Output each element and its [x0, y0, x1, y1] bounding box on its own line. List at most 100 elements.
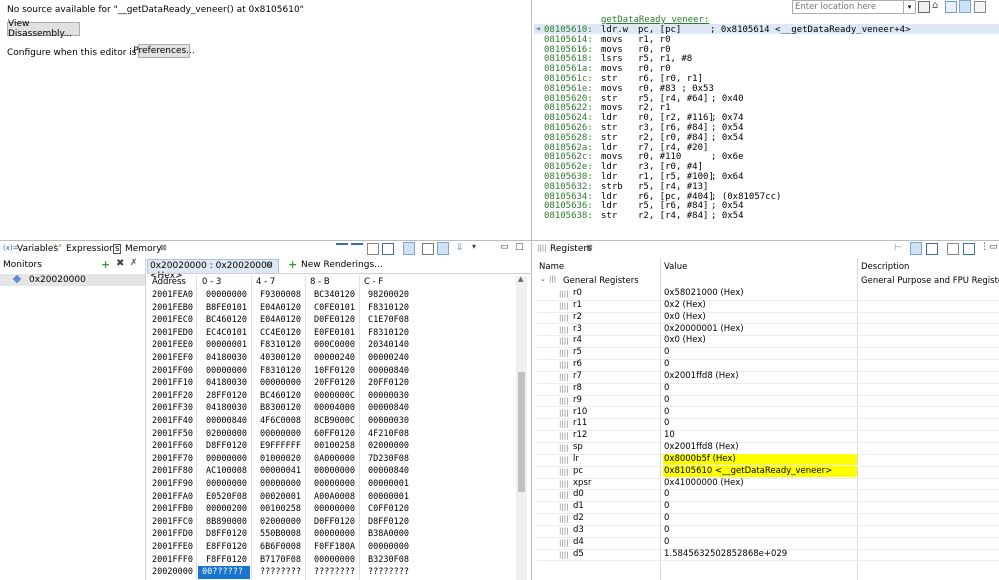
- memory-cell[interactable]: C0FF0120: [368, 503, 409, 516]
- memory-cell[interactable]: 00000840: [368, 402, 409, 415]
- memory-cell[interactable]: 6B6F0008: [260, 541, 301, 554]
- memory-cell[interactable]: A00A0008: [314, 491, 355, 504]
- memory-cell[interactable]: 00000000: [260, 428, 301, 441]
- memory-cell[interactable]: F9300008: [260, 289, 301, 302]
- rendering-tab-close-icon[interactable]: ⊠: [266, 260, 273, 269]
- memory-cell[interactable]: 00000001: [206, 339, 247, 352]
- memory-cell[interactable]: 00000000: [314, 528, 355, 541]
- register-value[interactable]: 0: [663, 501, 669, 513]
- view-menu-chevron-down-icon[interactable]: ▾: [472, 242, 476, 251]
- memory-cell[interactable]: 20FF0120: [314, 377, 355, 390]
- scroll-thumb[interactable]: [518, 372, 525, 492]
- memory-cell[interactable]: B8FE0101: [206, 302, 247, 315]
- memory-cell[interactable]: 8B890000: [206, 516, 247, 529]
- memory-cell[interactable]: ????????: [314, 566, 355, 579]
- memory-toolbar-icon-1[interactable]: [336, 243, 348, 251]
- memory-cell[interactable]: F8310120: [368, 327, 409, 340]
- memory-cell[interactable]: B3230F08: [368, 554, 409, 567]
- add-monitor-icon[interactable]: +: [101, 258, 110, 271]
- register-value[interactable]: 0: [663, 407, 669, 419]
- memory-cell[interactable]: E9FFFFFF: [260, 440, 301, 453]
- preferences-button[interactable]: Preferences...: [133, 44, 195, 58]
- link-icon[interactable]: [945, 1, 957, 13]
- memory-scrollbar[interactable]: ▲: [516, 275, 527, 580]
- memory-toolbar-icon-6[interactable]: [422, 243, 434, 255]
- memory-cell[interactable]: 00000840: [368, 365, 409, 378]
- memory-cell[interactable]: D0FE0120: [314, 314, 355, 327]
- memory-toolbar-icon-7[interactable]: [437, 242, 449, 255]
- register-value[interactable]: 0x41000000 (Hex): [663, 478, 744, 490]
- register-value[interactable]: 0x0 (Hex): [663, 335, 706, 347]
- memory-cell[interactable]: 02000000: [206, 428, 247, 441]
- tab-expressions[interactable]: Expressions: [66, 244, 120, 254]
- memory-cell[interactable]: E8FF0120: [206, 541, 247, 554]
- sync-icon[interactable]: [959, 0, 971, 13]
- registers-toolbar-icon-2[interactable]: [910, 242, 922, 255]
- memory-cell[interactable]: ????????: [368, 566, 409, 579]
- register-value[interactable]: 0: [663, 347, 669, 359]
- remove-all-monitors-icon[interactable]: ✗: [130, 258, 138, 268]
- memory-cell[interactable]: 00000030: [368, 390, 409, 403]
- register-value[interactable]: 0: [663, 513, 669, 525]
- memory-cell[interactable]: 00000000: [314, 465, 355, 478]
- memory-cell[interactable]: E04A0120: [260, 314, 301, 327]
- register-value[interactable]: 0: [663, 395, 669, 407]
- register-value[interactable]: 0: [663, 359, 669, 371]
- memory-cell[interactable]: 04180030: [206, 402, 247, 415]
- registers-toolbar-icon-5[interactable]: [963, 243, 975, 255]
- register-value[interactable]: 10: [663, 430, 675, 442]
- memory-cell[interactable]: 00000000: [206, 365, 247, 378]
- memory-cell[interactable]: 0000000C: [314, 390, 355, 403]
- memory-cell[interactable]: 00000000: [206, 478, 247, 491]
- memory-cell[interactable]: 550B0008: [260, 528, 301, 541]
- show-source-icon[interactable]: [974, 1, 986, 13]
- register-value[interactable]: 0x20000001 (Hex): [663, 324, 744, 336]
- memory-cell[interactable]: CC4E0120: [260, 327, 301, 340]
- memory-cell[interactable]: 00000240: [314, 352, 355, 365]
- memory-cell[interactable]: 04180030: [206, 352, 247, 365]
- memory-cell[interactable]: 0A000000: [314, 453, 355, 466]
- tab-variables[interactable]: Variables: [17, 244, 58, 254]
- memory-cell[interactable]: 00000000: [206, 289, 247, 302]
- maximize-icon[interactable]: □: [515, 242, 524, 252]
- memory-cell[interactable]: E0520F08: [206, 491, 247, 504]
- memory-cell[interactable]: F8310120: [368, 302, 409, 315]
- registers-minimize-icon[interactable]: ▭: [989, 242, 998, 252]
- memory-toolbar-icon-3[interactable]: [367, 243, 379, 255]
- registers-view-menu-icon[interactable]: ⋮: [980, 242, 989, 252]
- memory-cell[interactable]: 00000000: [314, 503, 355, 516]
- memory-cell[interactable]: 00000840: [368, 465, 409, 478]
- memory-cell[interactable]: F0FF180A: [314, 541, 355, 554]
- register-group-row[interactable]: ⌄ ||| General Registers General Purpose …: [537, 275, 999, 287]
- memory-toolbar-icon-2[interactable]: [351, 243, 363, 251]
- memory-cell[interactable]: F8FF0120: [206, 554, 247, 567]
- scroll-up-icon[interactable]: ▲: [518, 275, 523, 283]
- register-value[interactable]: 0x0 (Hex): [663, 312, 706, 324]
- memory-cell[interactable]: 28FF0120: [206, 390, 247, 403]
- memory-cell[interactable]: B7170F08: [260, 554, 301, 567]
- memory-cell[interactable]: F8310120: [260, 365, 301, 378]
- memory-cell[interactable]: C0FE0101: [314, 302, 355, 315]
- register-value[interactable]: 0: [663, 525, 669, 537]
- location-dropdown[interactable]: ▾: [903, 0, 916, 14]
- memory-cell[interactable]: 4F210F08: [368, 428, 409, 441]
- registers-toolbar-icon-4[interactable]: [947, 243, 959, 255]
- minimize-icon[interactable]: ▭: [500, 242, 509, 252]
- memory-cell[interactable]: E04A0120: [260, 302, 301, 315]
- memory-cell[interactable]: 00004000: [314, 402, 355, 415]
- register-value[interactable]: 0: [663, 489, 669, 501]
- register-value[interactable]: 0x8105610 <__getDataReady_veneer>: [663, 465, 857, 477]
- memory-cell[interactable]: AC100008: [206, 465, 247, 478]
- memory-cell[interactable]: BC340120: [314, 289, 355, 302]
- memory-cell[interactable]: 00000041: [260, 465, 301, 478]
- register-value[interactable]: 0x2001ffd8 (Hex): [663, 442, 739, 454]
- register-value[interactable]: 0x8000b5f (Hex): [663, 453, 857, 465]
- memory-cell[interactable]: 00020001: [260, 491, 301, 504]
- memory-cell[interactable]: C1E70F08: [368, 314, 409, 327]
- memory-cell[interactable]: 00000200: [206, 503, 247, 516]
- memory-cell-selected[interactable]: 00??????: [198, 566, 250, 579]
- close-tab-icon[interactable]: ⊠: [160, 243, 167, 252]
- location-input[interactable]: [792, 0, 904, 14]
- expand-chevron-icon[interactable]: ⌄: [540, 275, 546, 283]
- memory-cell[interactable]: 00000001: [368, 478, 409, 491]
